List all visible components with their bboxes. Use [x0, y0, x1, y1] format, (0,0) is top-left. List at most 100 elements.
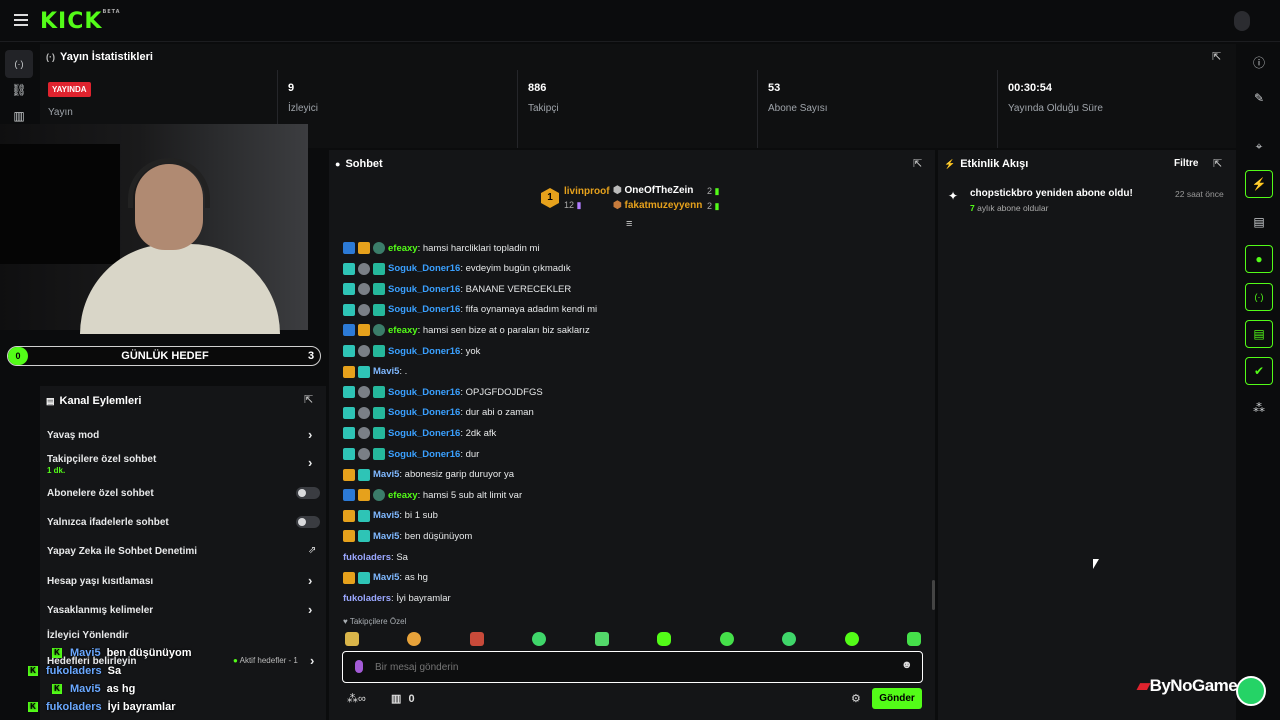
chat-username[interactable]: Mavi5 [373, 531, 399, 542]
pencil-icon[interactable]: ✎ [1245, 84, 1273, 112]
activity-bolt-icon[interactable]: ⚡ [1245, 170, 1273, 198]
teal-badge-icon[interactable] [343, 427, 355, 440]
gold-badge-icon[interactable] [358, 324, 370, 337]
points-display[interactable]: ⁂∞ [347, 692, 366, 705]
gold-badge-icon[interactable] [358, 489, 370, 502]
shield-badge-icon[interactable] [373, 489, 385, 502]
gift-badge-icon[interactable] [373, 283, 385, 296]
gift-badge-icon[interactable] [373, 345, 385, 357]
broadcast-icon[interactable]: (·) [5, 50, 33, 78]
gray-badge-icon[interactable] [358, 303, 370, 316]
blue-badge-icon[interactable] [343, 242, 355, 254]
emoji-icon[interactable]: ☻ [901, 659, 913, 671]
chat-username[interactable]: Mavi5 [373, 366, 399, 377]
chat-username[interactable]: Soguk_Doner16 [388, 407, 460, 418]
emote-icon[interactable] [532, 632, 546, 646]
emote-icon[interactable] [907, 632, 921, 646]
gift-badge-icon[interactable] [373, 303, 385, 316]
expand-icon[interactable]: ⇱ [304, 393, 313, 406]
info-icon[interactable]: ⓘ [1245, 48, 1273, 76]
blue-badge-icon[interactable] [343, 489, 355, 502]
chat-username[interactable]: fukoladers [343, 593, 391, 604]
gift-badge-icon[interactable] [373, 427, 385, 440]
emote-icon[interactable] [782, 632, 796, 646]
focus-icon[interactable]: ⌖ [1245, 132, 1273, 160]
gray-badge-icon[interactable] [358, 262, 370, 275]
gold-badge-icon[interactable] [343, 509, 355, 522]
teal-badge-icon[interactable] [358, 509, 370, 522]
chat-username[interactable]: Soguk_Doner16 [388, 449, 460, 460]
teal-badge-icon[interactable] [343, 386, 355, 399]
chat-username[interactable]: Soguk_Doner16 [388, 428, 460, 439]
filter-button[interactable]: Filtre [1174, 158, 1198, 169]
gold-badge-icon[interactable] [343, 365, 355, 378]
shield-badge-icon[interactable] [373, 242, 385, 254]
menu-icon[interactable] [14, 14, 28, 26]
gray-badge-icon[interactable] [358, 427, 370, 440]
gold-badge-icon[interactable] [358, 242, 370, 254]
microphone-icon[interactable] [355, 660, 363, 673]
chat-username[interactable]: efeaxy [388, 490, 418, 501]
gift-badge-icon[interactable] [373, 448, 385, 460]
chat-settings-icon[interactable]: ⚙ [851, 692, 861, 705]
chat-username[interactable]: Soguk_Doner16 [388, 284, 460, 295]
chat-icon[interactable]: ● [1245, 245, 1273, 273]
second-user[interactable]: OneOfTheZein [625, 185, 694, 196]
wrench-icon[interactable]: ✔ [1245, 357, 1273, 385]
teal-badge-icon[interactable] [358, 468, 370, 481]
followers-only-row[interactable]: Takipçilere özel sohbet 1 dk. › [40, 452, 326, 476]
gold-badge-icon[interactable] [343, 571, 355, 584]
banned-words-row[interactable]: Yasaklanmış kelimeler › [40, 601, 326, 619]
teal-badge-icon[interactable] [343, 262, 355, 275]
chat-username[interactable]: Mavi5 [373, 572, 399, 583]
expand-icon[interactable]: ⇱ [1212, 50, 1221, 63]
collapse-icon[interactable]: ≡ [626, 218, 632, 230]
teal-badge-icon[interactable] [343, 303, 355, 316]
chat-username[interactable]: Mavi5 [373, 469, 399, 480]
emote-icon[interactable] [720, 632, 734, 646]
teal-badge-icon[interactable] [343, 406, 355, 419]
avatar[interactable] [1234, 11, 1250, 31]
emote-icon[interactable] [407, 632, 421, 646]
account-age-row[interactable]: Hesap yaşı kısıtlaması › [40, 572, 326, 590]
chat-username[interactable]: efeaxy [388, 325, 418, 336]
chat-username[interactable]: efeaxy [388, 243, 418, 254]
gray-badge-icon[interactable] [358, 406, 370, 419]
gift-badge-icon[interactable] [373, 406, 385, 419]
link-icon[interactable]: ⛓ [5, 76, 33, 104]
host-row[interactable]: İzleyici Yönlendir [40, 626, 326, 644]
gray-badge-icon[interactable] [358, 283, 370, 296]
gift-badge-icon[interactable] [373, 386, 385, 399]
blue-badge-icon[interactable] [343, 324, 355, 337]
teal-badge-icon[interactable] [343, 448, 355, 460]
third-user[interactable]: fakatmuzeyyenn [625, 200, 703, 211]
shield-badge-icon[interactable] [373, 324, 385, 337]
gift-button[interactable]: ▥ 0 [391, 692, 415, 705]
expand-icon[interactable]: ⇱ [1213, 157, 1222, 170]
emote-icon[interactable] [345, 632, 359, 646]
teal-badge-icon[interactable] [358, 530, 370, 543]
teal-badge-icon[interactable] [358, 365, 370, 378]
document-icon[interactable]: ▤ [1245, 208, 1273, 236]
emote-icon[interactable] [595, 632, 609, 646]
emote-only-toggle[interactable] [296, 516, 320, 528]
emote-icon[interactable] [470, 632, 484, 646]
chat-username[interactable]: Soguk_Doner16 [388, 387, 460, 398]
teal-badge-icon[interactable] [358, 571, 370, 584]
gray-badge-icon[interactable] [358, 448, 370, 460]
gift-badge-icon[interactable] [373, 262, 385, 275]
gray-badge-icon[interactable] [358, 345, 370, 357]
chat-message-input[interactable] [375, 659, 875, 675]
chat-username[interactable]: fukoladers [343, 552, 391, 563]
first-user[interactable]: livinproof [564, 186, 610, 197]
send-button[interactable]: Gönder [872, 688, 922, 709]
slow-mode-row[interactable]: Yavaş mod › [40, 426, 326, 444]
gray-badge-icon[interactable] [358, 386, 370, 399]
gold-badge-icon[interactable] [343, 468, 355, 481]
expand-icon[interactable]: ⇱ [913, 157, 922, 170]
kick-logo[interactable]: KICKBETA [40, 9, 121, 34]
subs-only-toggle[interactable] [296, 487, 320, 499]
teal-badge-icon[interactable] [343, 283, 355, 296]
channel-actions-icon[interactable]: ▤ [1245, 320, 1273, 348]
teal-badge-icon[interactable] [343, 345, 355, 357]
